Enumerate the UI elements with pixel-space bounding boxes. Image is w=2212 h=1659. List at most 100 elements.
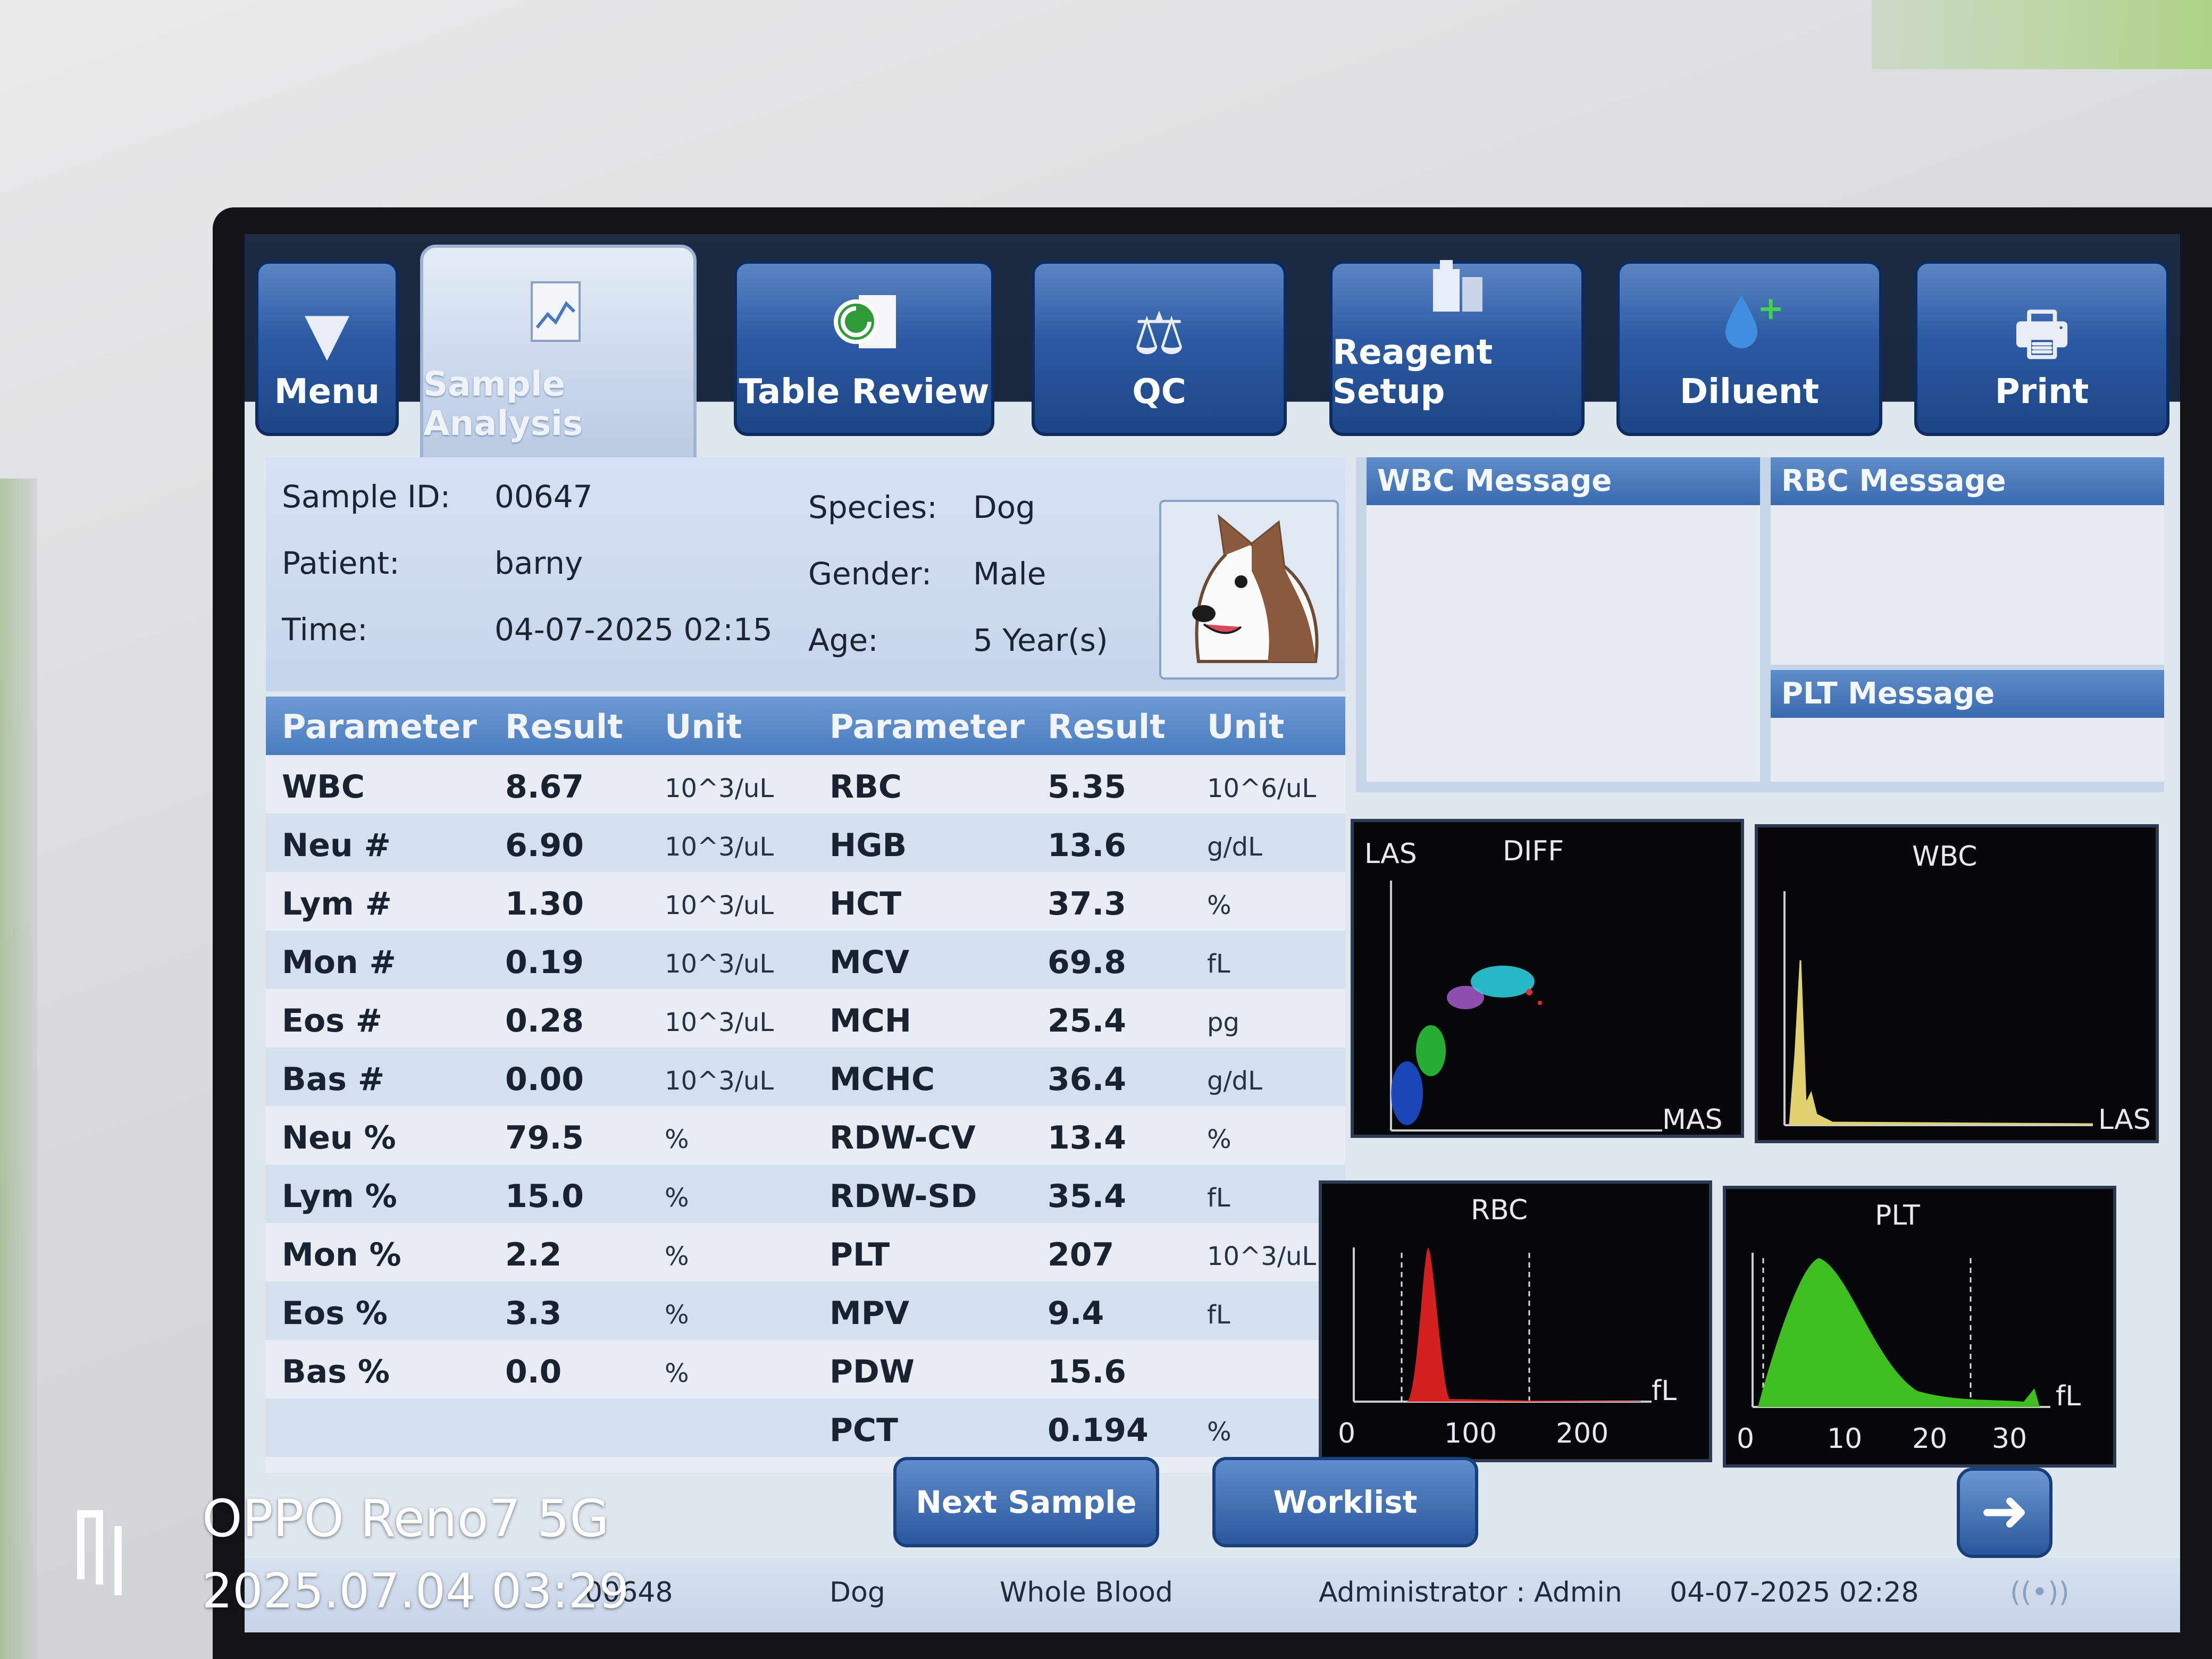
unit-cell: fL xyxy=(1207,1300,1230,1330)
result-cell: 13.4 xyxy=(1048,1119,1127,1157)
chart-document-icon xyxy=(521,277,596,355)
unit-cell: 10^3/uL xyxy=(665,1066,774,1096)
parameter-cell: Lym # xyxy=(282,885,392,923)
plt-message-box xyxy=(1771,718,2164,782)
parameter-cell: Neu # xyxy=(282,827,391,864)
parameter-cell: RDW-SD xyxy=(830,1178,977,1215)
rbc-message-header: RBC Message xyxy=(1771,457,2164,505)
result-cell: 8.67 xyxy=(505,768,584,806)
patient-label: Patient: xyxy=(282,545,400,581)
sample-id-value: 00647 xyxy=(495,479,593,515)
plt-message-header: PLT Message xyxy=(1771,670,2164,718)
result-cell: 69.8 xyxy=(1048,944,1127,981)
tab-label: Print xyxy=(1995,372,2089,412)
unit-cell: 10^3/uL xyxy=(665,949,774,979)
table-row: Eos # 0.28 10^3/uL MCH 25.4 pg xyxy=(266,989,1345,1048)
refresh-document-icon xyxy=(827,290,901,363)
result-cell: 37.3 xyxy=(1048,885,1127,923)
tab-label: Sample Analysis xyxy=(423,365,583,443)
tab-sample-analysis[interactable]: Sample Analysis xyxy=(420,245,697,468)
parameter-cell: Bas # xyxy=(282,1061,385,1098)
message-panel: WBC Message RBC Message PLT Message xyxy=(1356,457,2164,792)
unit-cell: 10^3/uL xyxy=(665,774,774,803)
result-cell: 15.0 xyxy=(505,1178,584,1215)
species-value: Dog xyxy=(973,489,1035,525)
table-row: PCT 0.194% xyxy=(266,1398,1345,1457)
result-cell: 6.90 xyxy=(505,827,584,864)
parameter-cell: WBC xyxy=(282,768,365,806)
result-cell: 0.0 xyxy=(505,1353,562,1390)
tab-table-review[interactable]: Table Review xyxy=(734,261,994,436)
gender-value: Male xyxy=(973,556,1046,592)
result-cell: 1.30 xyxy=(505,885,584,923)
status-mode: Whole Blood xyxy=(1000,1577,1173,1608)
tab-qc[interactable]: ⚖ QC xyxy=(1032,261,1287,436)
tab-label: QC xyxy=(1132,372,1186,412)
result-cell: 79.5 xyxy=(505,1119,584,1157)
unit-cell: % xyxy=(1207,891,1231,920)
reagent-bottles-icon xyxy=(1425,256,1489,323)
result-cell: 5.35 xyxy=(1048,768,1127,806)
diff-scattergram: LAS DIFF MAS xyxy=(1351,819,1744,1138)
unit-cell: pg xyxy=(1207,1008,1239,1037)
unit-cell: fL xyxy=(1207,949,1230,979)
result-cell: 0.19 xyxy=(505,944,584,981)
parameter-cell: Lym % xyxy=(282,1178,397,1215)
tab-diluent[interactable]: + Diluent xyxy=(1616,261,1882,436)
rbc-message-box xyxy=(1771,505,2164,665)
parameter-cell: HCT xyxy=(830,885,902,923)
unit-cell: g/dL xyxy=(1207,832,1262,862)
menu-button[interactable]: ▼ Menu xyxy=(255,261,399,436)
gender-label: Gender: xyxy=(808,556,932,592)
table-row: Lym # 1.30 10^3/uL HCT 37.3% xyxy=(266,872,1345,931)
species-label: Species: xyxy=(808,489,937,525)
unit-cell: % xyxy=(665,1300,689,1330)
parameter-cell: RBC xyxy=(830,768,902,806)
patient-value: barny xyxy=(495,545,583,581)
result-cell: 0.194 xyxy=(1048,1412,1149,1449)
unit-cell: % xyxy=(665,1183,689,1213)
svg-text:+: + xyxy=(1757,290,1784,327)
tab-label: Reagent Setup xyxy=(1333,333,1493,412)
parameter-cell: PDW xyxy=(830,1353,915,1390)
table-row: Neu % 79.5% RDW-CV 13.4% xyxy=(266,1106,1345,1164)
tab-reagent-setup[interactable]: Reagent Setup xyxy=(1329,260,1585,436)
arrow-right-icon[interactable]: ➜ xyxy=(1957,1468,2052,1558)
age-value: 5 Year(s) xyxy=(973,622,1108,658)
menu-label: Menu xyxy=(274,372,380,412)
unit-cell: % xyxy=(665,1125,689,1154)
parameter-cell: RDW-CV xyxy=(830,1119,976,1157)
result-cell: 15.6 xyxy=(1048,1353,1127,1390)
parameter-cell: MCHC xyxy=(830,1061,935,1098)
tab-print[interactable]: 🖶 Print xyxy=(1914,261,2169,436)
tab-label: Diluent xyxy=(1679,372,1820,412)
next-sample-button[interactable]: Next Sample xyxy=(893,1457,1159,1547)
unit-cell: % xyxy=(1207,1125,1231,1154)
plt-histogram: PLT fL 0 10 20 30 xyxy=(1723,1186,2116,1468)
header-result: Result xyxy=(1048,707,1166,746)
analyzer-screen: ▼ Menu Sample Analysis Table Review ⚖ QC… xyxy=(245,234,2180,1632)
droplet-plus-icon: + xyxy=(1715,290,1784,363)
result-cell: 25.4 xyxy=(1048,1002,1127,1040)
wbc-plot xyxy=(1783,891,2093,1126)
unit-cell: fL xyxy=(1207,1183,1230,1213)
unit-cell: % xyxy=(665,1242,689,1271)
parameter-cell: MCH xyxy=(830,1002,911,1040)
result-cell: 9.4 xyxy=(1048,1295,1104,1332)
parameter-cell: Neu % xyxy=(282,1119,396,1157)
background-object xyxy=(1872,0,2212,69)
table-header: Parameter Result Unit Parameter Result U… xyxy=(266,697,1345,755)
camera-brand-logo-icon xyxy=(77,1510,122,1595)
diff-plot xyxy=(1390,881,1662,1132)
parameter-cell: PCT xyxy=(830,1412,898,1449)
worklist-button[interactable]: Worklist xyxy=(1212,1457,1478,1547)
result-cell: 2.2 xyxy=(505,1236,562,1273)
table-row: WBC 8.67 10^3/uL RBC 5.35 10^6/uL xyxy=(266,755,1345,814)
unit-cell: 10^6/uL xyxy=(1207,774,1317,803)
result-cell: 35.4 xyxy=(1048,1178,1127,1215)
rbc-histogram: RBC fL 0 100 200 xyxy=(1319,1180,1712,1462)
result-cell: 207 xyxy=(1048,1236,1115,1273)
parameter-cell: Eos # xyxy=(282,1002,383,1040)
result-cell: 36.4 xyxy=(1048,1061,1127,1098)
wbc-histogram: WBC LAS xyxy=(1755,824,2159,1143)
